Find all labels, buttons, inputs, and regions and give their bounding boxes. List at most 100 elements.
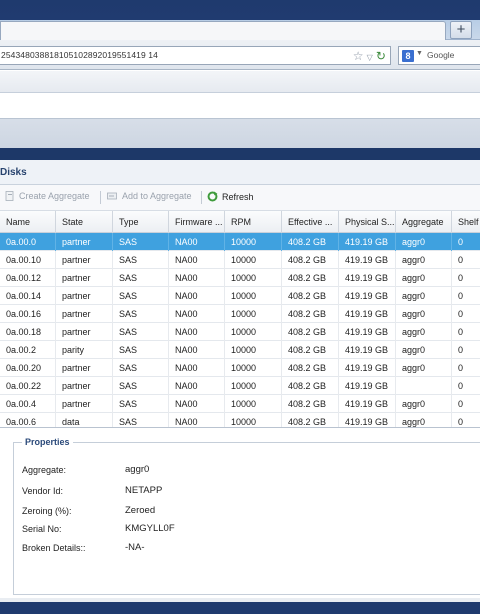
address-bar[interactable]: 254348038818105102892019551419 14 ☆ ▽ ↻ [0, 46, 391, 65]
table-cell: NA00 [169, 233, 225, 251]
table-cell: 0a.00.6 [0, 413, 56, 427]
disks-table: Name State Type Firmware ... RPM Effective ..… [0, 211, 480, 428]
table-cell: partner [56, 323, 113, 341]
column-header[interactable]: Aggregate [396, 211, 452, 233]
table-cell: SAS [113, 377, 169, 395]
table-cell: 10000 [225, 251, 282, 269]
table-cell: NA00 [169, 359, 225, 377]
vendor-id-value: NETAPP [125, 485, 163, 496]
add-to-aggregate-label: Add to Aggregate [122, 191, 192, 201]
table-cell: 419.19 GB [339, 233, 396, 251]
table-cell: 10000 [225, 341, 282, 359]
chevron-down-icon[interactable]: ▼ [416, 50, 423, 57]
search-engine-icon[interactable]: 8 [402, 50, 414, 62]
page-blank-area [0, 94, 480, 118]
table-cell: 408.2 GB [282, 305, 339, 323]
table-cell: SAS [113, 341, 169, 359]
dropdown-arrow-icon[interactable]: ▽ [367, 53, 373, 62]
table-cell: 10000 [225, 395, 282, 413]
table-cell: 0a.00.12 [0, 269, 56, 287]
table-row[interactable]: 0a.00.10 partner SAS NA00 10000 408.2 GB 419.1… [0, 251, 480, 269]
table-cell: partner [56, 359, 113, 377]
table-row[interactable]: 0a.00.18 partner SAS NA00 10000 408.2 GB 419.1… [0, 323, 480, 341]
create-aggregate-button[interactable]: Create Aggregate [5, 191, 90, 201]
table-row[interactable]: 0a.00.6 data SAS NA00 10000 408.2 GB 419.19 GB… [0, 413, 480, 427]
address-bar-icons: ☆ ▽ ↻ [350, 48, 386, 64]
table-cell: NA00 [169, 341, 225, 359]
new-tab-button[interactable]: + [450, 21, 472, 39]
table-cell: 0a.00.0 [0, 233, 56, 251]
column-header[interactable]: Shelf [452, 211, 480, 233]
properties-legend: Properties [22, 437, 73, 447]
table-cell: NA00 [169, 269, 225, 287]
column-header[interactable]: Type [113, 211, 169, 233]
table-cell: 419.19 GB [339, 359, 396, 377]
broken-details-label: Broken Details:: [22, 543, 86, 553]
create-aggregate-label: Create Aggregate [19, 191, 90, 201]
table-cell: 0 [452, 233, 480, 251]
table-cell: 0a.00.2 [0, 341, 56, 359]
table-cell: aggr0 [396, 359, 452, 377]
table-cell: NA00 [169, 413, 225, 427]
column-header[interactable]: State [56, 211, 113, 233]
table-cell: 408.2 GB [282, 287, 339, 305]
reload-icon[interactable]: ↻ [376, 49, 386, 63]
browser-toolbar [0, 71, 480, 93]
serial-no-label: Serial No: [22, 524, 62, 534]
disks-panel-header: Disks [0, 160, 480, 185]
toolbar-separator [100, 191, 101, 204]
table-cell: 10000 [225, 377, 282, 395]
table-cell: SAS [113, 287, 169, 305]
table-cell: aggr0 [396, 395, 452, 413]
table-row[interactable]: 0a.00.22 partner SAS NA00 10000 408.2 GB 419.1… [0, 377, 480, 395]
serial-no-value: KMGYLL0F [125, 523, 175, 534]
table-cell: 408.2 GB [282, 377, 339, 395]
table-row[interactable]: 0a.00.12 partner SAS NA00 10000 408.2 GB 419.1… [0, 269, 480, 287]
zeroing-value: Zeroed [125, 505, 156, 516]
table-cell: partner [56, 395, 113, 413]
table-cell: 408.2 GB [282, 359, 339, 377]
column-header[interactable]: Name [0, 211, 56, 233]
column-header[interactable]: Firmware ... [169, 211, 225, 233]
table-cell: 0 [452, 287, 480, 305]
table-header: Name State Type Firmware ... RPM Effective ..… [0, 211, 480, 233]
table-cell: 10000 [225, 233, 282, 251]
table-cell: 0a.00.20 [0, 359, 56, 377]
table-cell: 408.2 GB [282, 323, 339, 341]
table-cell: 10000 [225, 305, 282, 323]
star-icon[interactable]: ☆ [353, 49, 364, 63]
table-cell: SAS [113, 395, 169, 413]
refresh-button[interactable]: Refresh [207, 191, 254, 202]
refresh-label: Refresh [222, 192, 254, 202]
table-cell: aggr0 [396, 323, 452, 341]
table-row[interactable]: 0a.00.2 parity SAS NA00 10000 408.2 GB 419.19 … [0, 341, 480, 359]
table-cell: 419.19 GB [339, 323, 396, 341]
table-cell: SAS [113, 359, 169, 377]
toolbar-separator [201, 191, 202, 204]
table-cell: 0a.00.4 [0, 395, 56, 413]
add-to-aggregate-button[interactable]: Add to Aggregate [106, 191, 192, 201]
navigation-bar: 254348038818105102892019551419 14 ☆ ▽ ↻ 8 … [0, 40, 480, 70]
table-row[interactable]: 0a.00.16 partner SAS NA00 10000 408.2 GB 419.1… [0, 305, 480, 323]
column-header[interactable]: RPM [225, 211, 282, 233]
table-cell: aggr0 [396, 413, 452, 427]
table-row[interactable]: 0a.00.0 partner SAS NA00 10000 408.2 GB 419.19… [0, 233, 480, 251]
column-header[interactable]: Effective ... [282, 211, 339, 233]
table-row[interactable]: 0a.00.14 partner SAS NA00 10000 408.2 GB 419.1… [0, 287, 480, 305]
table-cell: 419.19 GB [339, 251, 396, 269]
table-cell: partner [56, 377, 113, 395]
table-cell: 0a.00.14 [0, 287, 56, 305]
browser-tab[interactable] [0, 21, 446, 40]
table-cell: partner [56, 233, 113, 251]
table-row[interactable]: 0a.00.4 partner SAS NA00 10000 408.2 GB 419.19… [0, 395, 480, 413]
search-box[interactable]: 8 ▼ Google [398, 46, 480, 65]
window-titlebar [0, 0, 480, 20]
table-row[interactable]: 0a.00.20 partner SAS NA00 10000 408.2 GB 419.1… [0, 359, 480, 377]
aggregate-value: aggr0 [125, 464, 150, 475]
table-cell [396, 377, 452, 395]
column-header[interactable]: Physical S... [339, 211, 396, 233]
table-cell: 0 [452, 269, 480, 287]
table-cell: partner [56, 305, 113, 323]
vendor-id-label: Vendor Id: [22, 486, 64, 496]
table-cell: 0 [452, 341, 480, 359]
